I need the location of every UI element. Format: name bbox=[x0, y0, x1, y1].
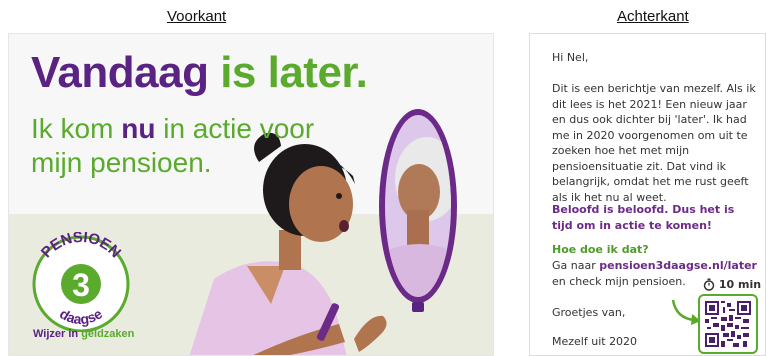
caption-back: Achterkant bbox=[617, 8, 689, 25]
how-title: Hoe doe ik dat? bbox=[552, 243, 649, 256]
sub-text-b: in actie voor bbox=[155, 113, 315, 144]
go-to-line: Ga naar pensioen3daagse.nl/later bbox=[552, 258, 757, 274]
headline-vandaag: Vandaag bbox=[31, 48, 209, 97]
subheadline-line2: mijn pensioen. bbox=[31, 147, 212, 178]
mirror bbox=[379, 109, 457, 312]
go-to-text: Ga naar bbox=[552, 259, 600, 272]
greeting: Hi Nel, bbox=[552, 51, 589, 64]
tagline-b: geldzaken bbox=[81, 328, 135, 340]
pension-link[interactable]: pensioen3daagse.nl/later bbox=[599, 259, 757, 272]
sub-text-a: Ik kom bbox=[31, 113, 122, 144]
headline: Vandaag is later. bbox=[31, 48, 368, 98]
timer-label: 10 min bbox=[703, 278, 761, 291]
caption-front: Voorkant bbox=[167, 8, 227, 25]
sub-nu: nu bbox=[121, 113, 156, 144]
tagline: Wijzer in geldzaken bbox=[33, 328, 134, 340]
qr-code-frame[interactable] bbox=[698, 294, 758, 354]
qr-code-icon[interactable] bbox=[705, 301, 751, 347]
timer-text: 10 min bbox=[718, 278, 762, 291]
subheadline: Ik kom nu in actie voor mijn pensioen. bbox=[31, 112, 314, 180]
message-paragraph: Dit is een berichtje van mezelf. Als ik … bbox=[552, 82, 756, 204]
tagline-a: Wijzer in bbox=[33, 328, 82, 340]
stopwatch-icon bbox=[703, 278, 715, 291]
logo-number: 3 bbox=[72, 267, 90, 303]
pensioen3daagse-logo: PENSIOEN 3 daagse bbox=[32, 232, 130, 332]
subheadline-line1: Ik kom nu in actie voor bbox=[31, 112, 314, 146]
front-card: Vandaag is later. Ik kom nu in actie voo… bbox=[8, 33, 494, 356]
headline-is-later: is later. bbox=[208, 48, 368, 97]
back-card: Hi Nel, Dit is een berichtje van mezelf.… bbox=[529, 33, 766, 356]
promise-text: Beloofd is beloofd. Dus het is tijd om i… bbox=[552, 203, 735, 232]
